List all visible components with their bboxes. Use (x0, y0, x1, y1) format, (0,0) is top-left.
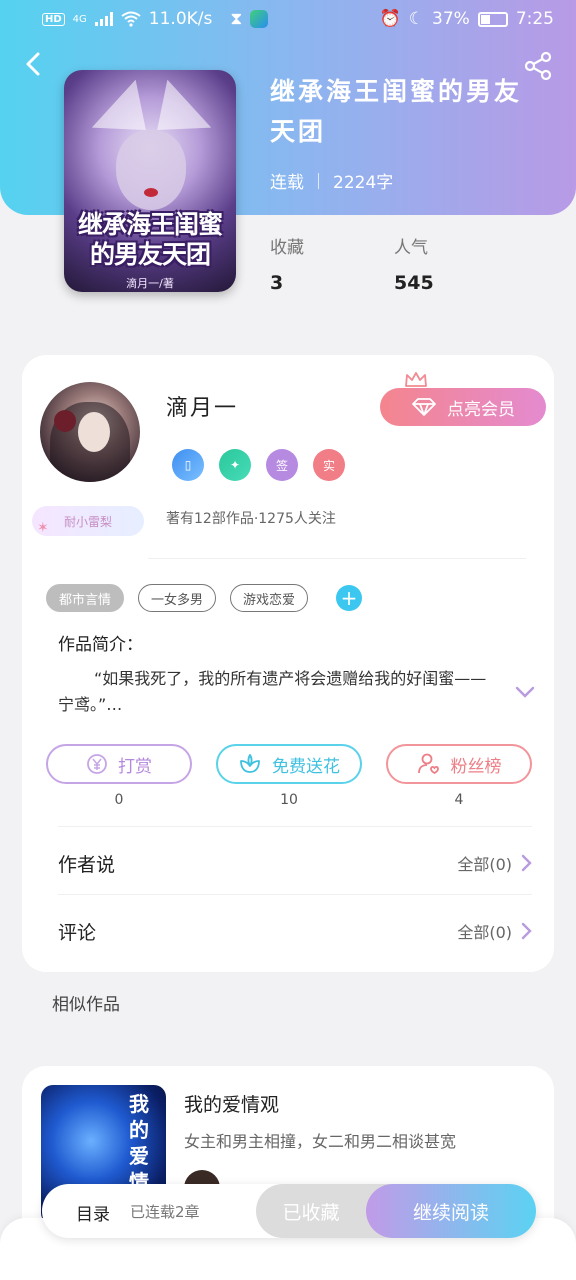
signed-badge[interactable]: 签 (266, 449, 298, 481)
avatar-face (78, 412, 110, 452)
battery-percent: 37% (432, 9, 470, 29)
author-avatar[interactable] (40, 382, 140, 482)
similar-cover-title: 我的爱情 (129, 1092, 149, 1194)
stat-value: 3 (270, 272, 284, 294)
verified-badge[interactable]: 实 (313, 449, 345, 481)
reward-count: 0 (114, 792, 124, 808)
send-flower-label: 免费送花 (272, 756, 340, 777)
author-says-all[interactable]: 全部(0) (457, 851, 532, 875)
moon-icon: ☾ (408, 9, 425, 29)
cover-lips (144, 188, 158, 197)
comments-label: 评论 (58, 921, 97, 944)
stat-value: 545 (394, 272, 434, 294)
crown-icon (405, 372, 427, 387)
similar-book-desc: 女主和男主相撞，女二和男二相谈甚宽 (184, 1132, 457, 1151)
all-count: 全部(0) (457, 923, 512, 942)
stat-collect: 收藏 3 (270, 233, 304, 294)
author-name[interactable]: 滴月一 (166, 390, 238, 422)
alarm-icon: ⏰ (379, 9, 401, 29)
author-info: 著有12部作品·1275人关注 (166, 511, 336, 527)
phone-badge-icon[interactable]: ▯ (172, 449, 204, 481)
add-tag-button[interactable]: + (336, 585, 363, 611)
chevron-down-icon[interactable] (514, 684, 536, 700)
similar-book-title[interactable]: 我的爱情观 (184, 1090, 279, 1117)
clock: 7:25 (515, 9, 554, 29)
meta-divider (318, 172, 319, 189)
status-bar: HD 4G 11.0K/s ⧗ ⏰ ☾ 37% 7:25 (0, 0, 576, 38)
hd-indicator: HD (42, 12, 65, 26)
comments-all[interactable]: 全部(0) (457, 919, 532, 943)
avatar-flower (54, 410, 76, 432)
vip-button[interactable]: 点亮会员 (380, 388, 546, 426)
stat-popularity: 人气 545 (394, 233, 434, 294)
fan-ranking-label: 粉丝榜 (450, 756, 502, 777)
chevron-right-icon (521, 922, 532, 940)
vip-button-label: 点亮会员 (447, 399, 515, 420)
flower-count: 10 (280, 792, 298, 808)
flower-icon (240, 754, 260, 773)
book-cover[interactable]: 继承海王闺蜜的男友天团 滴月一/著 (64, 70, 236, 292)
continue-reading-button[interactable]: 继续阅读 (366, 1184, 536, 1238)
fans-count: 4 (454, 792, 464, 808)
star-icon: ✶ (37, 520, 49, 536)
battery-icon (477, 11, 508, 27)
yen-coin-icon (87, 754, 107, 774)
book-status: 连载 (270, 173, 304, 193)
reward-label: 打赏 (118, 756, 152, 777)
handshake-badge-icon[interactable]: ✦ (219, 449, 251, 481)
tag-list: 都市言情 一女多男 游戏恋爱 + (46, 584, 363, 612)
diamond-icon (412, 398, 436, 416)
book-stats: 收藏 3 人气 545 (270, 233, 434, 294)
similar-works-title: 相似作品 (52, 995, 120, 1015)
author-says-row[interactable]: 作者说 全部(0) (58, 848, 532, 878)
chevron-right-icon (521, 854, 532, 872)
author-nickname-tag: 耐小雷梨 (32, 506, 144, 536)
continue-reading-label: 继续阅读 (412, 1201, 489, 1224)
tag-item[interactable]: 都市言情 (46, 584, 125, 612)
signal-icon (94, 12, 113, 26)
tag-item[interactable]: 游戏恋爱 (230, 584, 309, 612)
comments-row[interactable]: 评论 全部(0) (58, 916, 532, 946)
author-badges: ▯ ✦ 签 实 (172, 449, 345, 481)
network-type: 4G (72, 13, 87, 25)
net-speed: 11.0K/s (148, 9, 213, 29)
toc-button[interactable]: 目录 (76, 1200, 110, 1225)
divider (58, 826, 532, 827)
fan-ranking-button[interactable]: 粉丝榜 (386, 744, 532, 784)
divider (58, 894, 532, 895)
back-icon[interactable] (20, 50, 48, 78)
stat-label: 收藏 (270, 238, 304, 258)
reward-button[interactable]: 打赏 (46, 744, 192, 784)
cover-author: 滴月一/著 (126, 277, 174, 290)
divider (148, 558, 526, 559)
tag-item[interactable]: 一女多男 (138, 584, 217, 612)
intro-text[interactable]: “如果我死了，我的所有遗产将会遗赠给我的好闺蜜——宁鸢。”… (58, 666, 498, 718)
cover-face (116, 130, 186, 210)
app-notification-icon (250, 10, 269, 28)
author-says-label: 作者说 (58, 853, 116, 876)
all-count: 全部(0) (457, 855, 512, 874)
book-meta: 连载 2224字 (270, 168, 393, 193)
hourglass-icon: ⧗ (230, 9, 243, 29)
stat-label: 人气 (394, 238, 428, 258)
collected-label: 已收藏 (282, 1201, 340, 1224)
book-title: 继承海王闺蜜的男友天团 (270, 77, 523, 146)
toc-status[interactable]: 已连载2章 (130, 1201, 200, 1222)
intro-label: 作品简介： (58, 635, 143, 655)
wifi-icon (121, 11, 141, 27)
send-flower-button[interactable]: 免费送花 (216, 744, 362, 784)
user-heart-icon (417, 753, 439, 775)
action-buttons: 打赏 免费送花 粉丝榜 (46, 744, 532, 784)
word-count: 2224字 (333, 173, 394, 193)
cover-title: 继承海王闺蜜的男友天团 (77, 210, 223, 269)
